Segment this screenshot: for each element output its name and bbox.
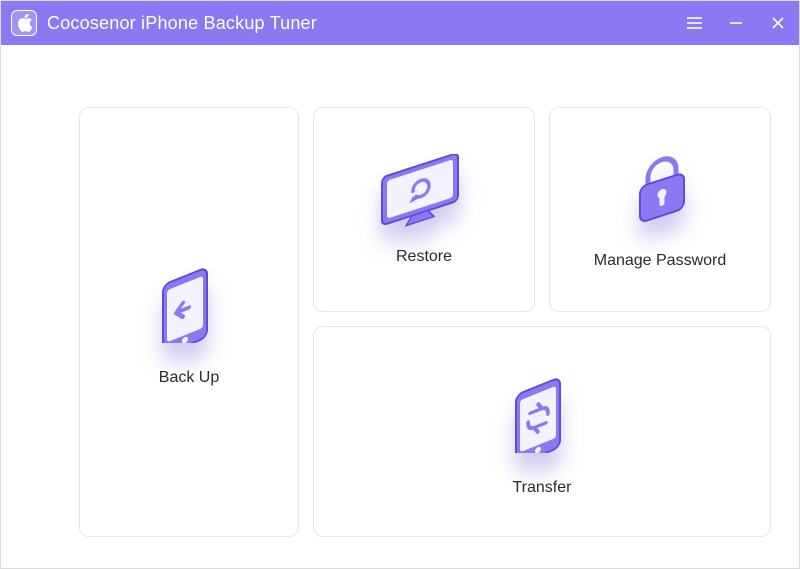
minimize-button[interactable] — [715, 1, 757, 45]
restore-tile[interactable]: Restore — [313, 107, 535, 312]
manage-password-tile[interactable]: Manage Password — [549, 107, 771, 312]
manage-password-label: Manage Password — [594, 252, 727, 270]
minimize-icon — [729, 16, 743, 30]
backup-label: Back Up — [159, 369, 219, 387]
content-panel: Back Up Restor — [13, 57, 787, 556]
phone-sync-icon — [506, 367, 578, 453]
app-title: Cocosenor iPhone Backup Tuner — [47, 13, 317, 34]
tile-grid: Back Up Restor — [79, 107, 761, 528]
transfer-tile[interactable]: Transfer — [313, 326, 771, 537]
phone-back-icon — [153, 257, 225, 343]
transfer-icon-wrap — [314, 367, 770, 453]
window-controls — [673, 1, 799, 45]
close-button[interactable] — [757, 1, 799, 45]
lock-icon — [624, 150, 696, 234]
backup-icon-wrap — [80, 257, 298, 343]
title-bar: Cocosenor iPhone Backup Tuner — [1, 1, 799, 45]
lock-icon-wrap — [550, 150, 770, 234]
app-logo-icon — [11, 10, 37, 36]
app-window: Cocosenor iPhone Backup Tuner — [0, 0, 800, 569]
menu-icon — [687, 17, 702, 29]
backup-tile[interactable]: Back Up — [79, 107, 299, 537]
restore-label: Restore — [396, 248, 452, 266]
restore-icon-wrap — [314, 154, 534, 230]
transfer-label: Transfer — [513, 479, 572, 497]
close-icon — [771, 16, 785, 30]
monitor-restore-icon — [374, 154, 474, 230]
menu-button[interactable] — [673, 1, 715, 45]
